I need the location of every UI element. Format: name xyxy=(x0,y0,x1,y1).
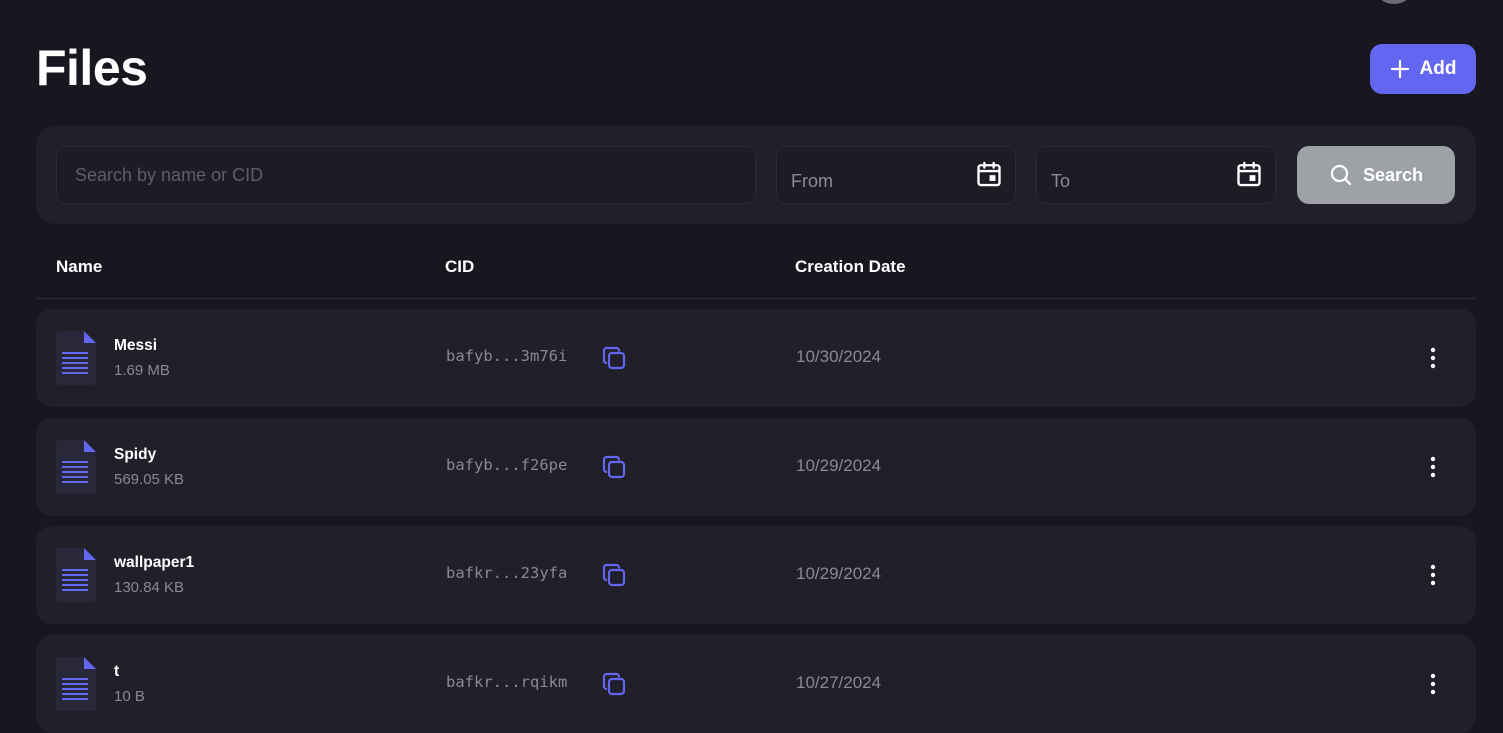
column-header-name[interactable]: Name xyxy=(56,257,102,277)
file-size: 1.69 MB xyxy=(114,362,170,379)
creation-date: 10/29/2024 xyxy=(796,456,882,475)
table-row[interactable]: Spidy 569.05 KB bafyb...f26pe 10/29/2024 xyxy=(36,418,1476,516)
copy-icon[interactable] xyxy=(600,344,628,372)
more-vertical-icon xyxy=(1430,673,1436,695)
row-menu-button[interactable] xyxy=(1420,345,1446,371)
table-row[interactable]: t 10 B bafkr...rqikm 10/27/2024 xyxy=(36,635,1476,733)
column-header-cid[interactable]: CID xyxy=(445,257,474,277)
table-row[interactable]: Messi 1.69 MB bafyb...3m76i 10/30/2024 xyxy=(36,309,1476,407)
add-file-button[interactable]: Add xyxy=(1370,44,1476,94)
add-button-label: Add xyxy=(1419,58,1457,79)
creation-date: 10/29/2024 xyxy=(796,564,882,583)
creation-date: 10/30/2024 xyxy=(796,347,882,366)
more-vertical-icon xyxy=(1430,347,1436,369)
copy-icon[interactable] xyxy=(600,561,628,589)
file-name: Spidy xyxy=(114,446,157,463)
file-size: 10 B xyxy=(114,688,145,705)
file-size: 569.05 KB xyxy=(114,471,185,488)
file-cid: bafkr...23yfa xyxy=(446,564,568,582)
document-icon xyxy=(56,440,96,494)
search-button[interactable]: Search xyxy=(1297,146,1455,204)
copy-icon[interactable] xyxy=(600,670,628,698)
search-button-label: Search xyxy=(1362,164,1424,185)
copy-icon[interactable] xyxy=(600,453,628,481)
row-menu-button[interactable] xyxy=(1420,454,1446,480)
filter-bar: From To Search xyxy=(36,126,1476,224)
creation-date: 10/27/2024 xyxy=(796,673,882,692)
page-title: Files xyxy=(36,40,148,96)
user-avatar[interactable] xyxy=(1372,0,1416,4)
row-menu-button[interactable] xyxy=(1420,562,1446,588)
file-name: t xyxy=(114,663,120,680)
to-date-field[interactable]: To xyxy=(1036,146,1276,204)
more-vertical-icon xyxy=(1430,456,1436,478)
from-date-label: From xyxy=(791,171,833,191)
file-name: wallpaper1 xyxy=(114,554,195,571)
search-input[interactable] xyxy=(56,146,756,204)
more-vertical-icon xyxy=(1430,564,1436,586)
row-menu-button[interactable] xyxy=(1420,671,1446,697)
calendar-icon[interactable] xyxy=(975,160,1003,188)
table-row[interactable]: wallpaper1 130.84 KB bafkr...23yfa 10/29… xyxy=(36,526,1476,624)
file-size: 130.84 KB xyxy=(114,579,185,596)
calendar-icon[interactable] xyxy=(1235,160,1263,188)
table-header: Name CID Creation Date xyxy=(36,246,1476,299)
search-icon xyxy=(1330,164,1352,186)
document-icon xyxy=(56,548,96,602)
plus-icon xyxy=(1390,59,1409,79)
from-date-field[interactable]: From xyxy=(776,146,1016,204)
file-cid: bafyb...3m76i xyxy=(446,347,568,365)
file-name: Messi xyxy=(114,337,158,354)
file-cid: bafyb...f26pe xyxy=(446,456,568,474)
document-icon xyxy=(56,657,96,711)
document-icon xyxy=(56,331,96,385)
column-header-creation-date[interactable]: Creation Date xyxy=(795,257,906,277)
file-cid: bafkr...rqikm xyxy=(446,673,568,691)
to-date-label: To xyxy=(1051,171,1071,191)
